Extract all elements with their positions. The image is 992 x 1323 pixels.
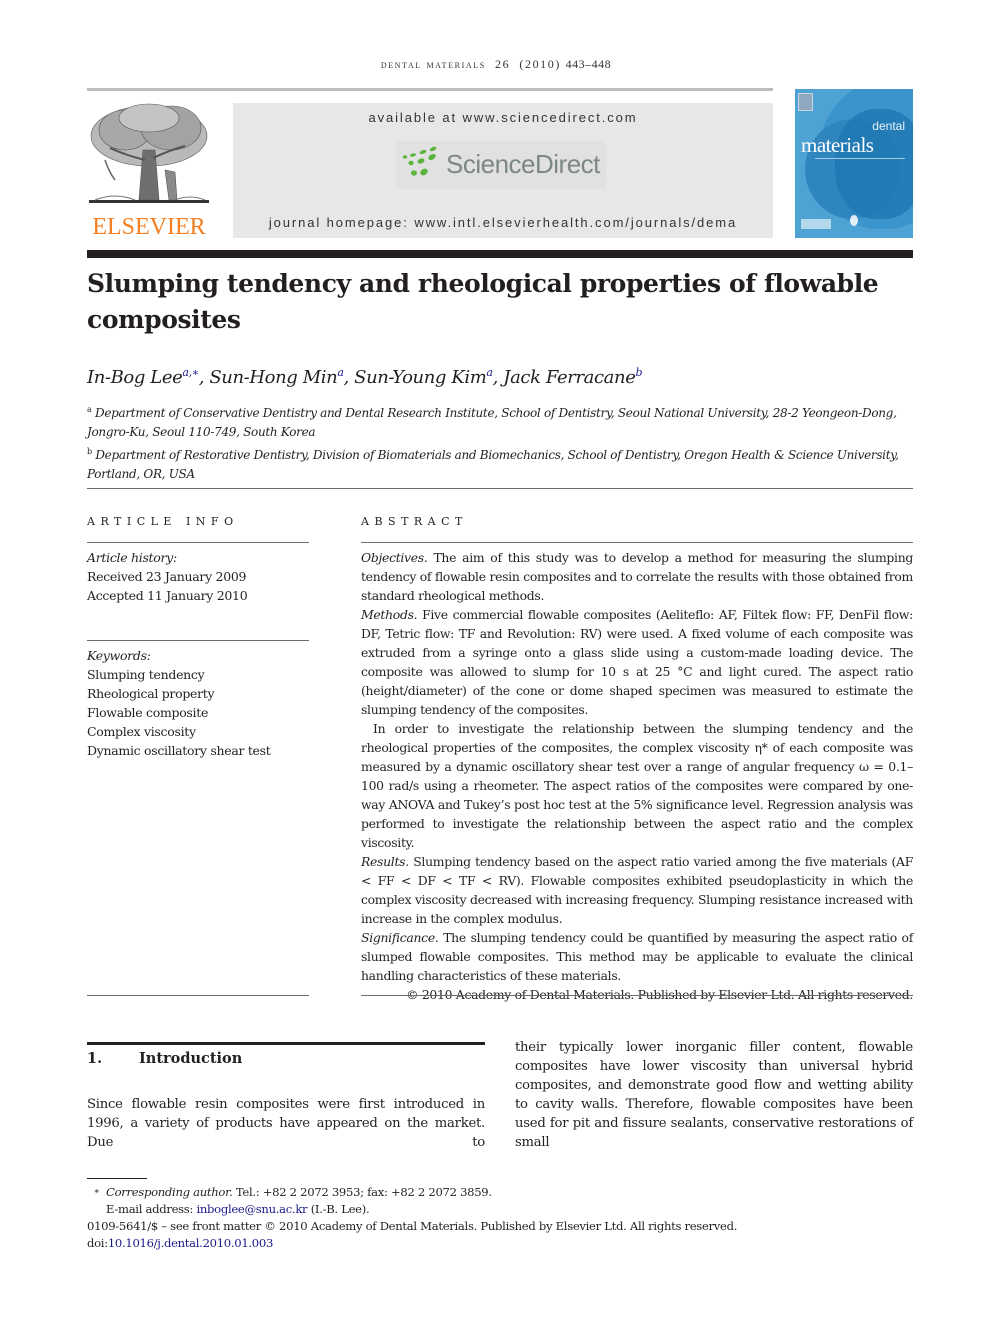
- cover-title-top: dental: [872, 119, 905, 133]
- significance-label: Significance.: [361, 930, 439, 945]
- keyword: Rheological property: [87, 686, 215, 701]
- email-link[interactable]: inboglee@snu.ac.kr: [196, 1202, 307, 1216]
- affiliation-rule: [87, 488, 913, 489]
- keyword: Flowable composite: [87, 705, 209, 720]
- elsevier-tree-icon: [89, 103, 209, 203]
- author[interactable]: Sun-Hong Mina: [209, 366, 344, 388]
- doi-note: doi:10.1016/j.dental.2010.01.003: [87, 1235, 913, 1252]
- methods-label: Methods.: [361, 607, 418, 622]
- author[interactable]: In-Bog Leea,∗: [87, 366, 199, 388]
- results-text: Slumping tendency based on the aspect ra…: [361, 854, 913, 926]
- abstract-results: Results. Slumping tendency based on the …: [361, 852, 913, 928]
- cover-elsevier-icon: [798, 93, 813, 111]
- title-rule: [87, 250, 913, 258]
- affiliations: a Department of Conservative Dentistry a…: [87, 400, 913, 484]
- article-title: Slumping tendency and rheological proper…: [87, 269, 879, 334]
- cover-title-main: materials: [801, 133, 874, 157]
- author[interactable]: Sun-Young Kima: [354, 366, 493, 388]
- elsevier-logo[interactable]: ELSEVIER: [85, 100, 213, 240]
- running-head: dental materials 26 (2010) 443–448: [0, 57, 992, 72]
- abstract-rule: [361, 542, 913, 543]
- keywords-label: Keywords:: [87, 648, 151, 663]
- sciencedirect-dots-icon: [402, 146, 437, 176]
- keywords: Keywords: Slumping tendency Rheological …: [87, 646, 309, 760]
- article-info-rule: [87, 542, 309, 543]
- sciencedirect-wordmark: ScienceDirect: [446, 149, 600, 179]
- doi-link[interactable]: 10.1016/j.dental.2010.01.003: [108, 1236, 274, 1250]
- section-title: Introduction: [139, 1050, 243, 1067]
- article-history: Article history: Received 23 January 200…: [87, 548, 309, 605]
- author-name: Jack Ferracane: [503, 367, 636, 388]
- cover-society-icon: [850, 215, 858, 226]
- author[interactable]: Jack Ferracaneb: [503, 366, 642, 388]
- affiliation-mark: b: [87, 447, 92, 456]
- accepted-date: Accepted 11 January 2010: [87, 588, 248, 603]
- available-at-link[interactable]: available at www.sciencedirect.com: [233, 110, 773, 125]
- sciencedirect-banner: available at www.sciencedirect.com Scien…: [233, 103, 773, 238]
- abstract-heading: ABSTRACT: [361, 515, 468, 528]
- page-range: 443–448: [565, 57, 612, 71]
- objectives-label: Objectives.: [361, 550, 428, 565]
- cover-sciencedirect-icon: [801, 219, 831, 229]
- journal-name: dental materials: [380, 57, 486, 71]
- email-note: E-mail address: inboglee@snu.ac.kr (I.-B…: [87, 1201, 913, 1218]
- author-affiliation-mark[interactable]: a,∗: [182, 366, 199, 379]
- author-separator: ,: [343, 367, 355, 388]
- author-name: Sun-Hong Min: [209, 367, 338, 388]
- front-matter-note: 0109-5641/$ – see front matter © 2010 Ac…: [87, 1219, 738, 1233]
- article-info-heading: ARTICLE INFO: [87, 515, 239, 528]
- asterisk-mark: ∗: [93, 1187, 100, 1197]
- methods-text: Five commercial flowable composites (Ael…: [361, 607, 913, 717]
- abstract-bottom-rule: [361, 995, 913, 996]
- email-label: E-mail address:: [106, 1202, 197, 1216]
- article-info-bottom-rule: [87, 995, 309, 996]
- affiliation-mark: a: [87, 405, 92, 414]
- results-label: Results.: [361, 854, 409, 869]
- introduction-text-left: Since flowable resin composites were fir…: [87, 1097, 485, 1150]
- footnote-rule: [87, 1178, 147, 1179]
- author-list: In-Bog Leea,∗, Sun-Hong Mina, Sun-Young …: [87, 366, 913, 388]
- received-date: Received 23 January 2009: [87, 569, 247, 584]
- abstract-methods: Methods. Five commercial flowable compos…: [361, 605, 913, 719]
- corresponding-author-note: ∗ Corresponding author. Tel.: +82 2 2072 …: [87, 1184, 913, 1201]
- keyword: Complex viscosity: [87, 724, 196, 739]
- affiliation: a Department of Conservative Dentistry a…: [87, 400, 913, 442]
- contact-numbers: Tel.: +82 2 2072 3953; fax: +82 2 2072 3…: [232, 1185, 492, 1199]
- journal-volume: 26: [494, 57, 511, 71]
- corresponding-label: Corresponding author.: [106, 1185, 233, 1199]
- affiliation: b Department of Restorative Dentistry, D…: [87, 442, 913, 484]
- abstract-methods-continued: In order to investigate the relationship…: [361, 721, 913, 850]
- keyword: Dynamic oscillatory shear test: [87, 743, 271, 758]
- doi-label: doi:: [87, 1236, 108, 1250]
- section-number: 1.: [87, 1050, 103, 1067]
- introduction-text-right: their typically lower inorganic filler c…: [515, 1040, 913, 1150]
- footnotes: ∗ Corresponding author. Tel.: +82 2 2072 …: [87, 1184, 913, 1252]
- abstract-objectives: Objectives. The aim of this study was to…: [361, 548, 913, 605]
- author-name: Sun-Young Kim: [354, 367, 487, 388]
- journal-homepage-link[interactable]: journal homepage: www.intl.elsevierhealt…: [233, 215, 773, 230]
- author-separator: ,: [492, 367, 504, 388]
- journal-cover[interactable]: dental materials: [795, 89, 913, 238]
- article-history-label: Article history:: [87, 550, 177, 565]
- keywords-rule: [87, 640, 309, 641]
- abstract-significance: Significance. The slumping tendency coul…: [361, 928, 913, 985]
- abstract-body: Objectives. The aim of this study was to…: [361, 548, 913, 1004]
- header-top-rule: [87, 88, 773, 91]
- cover-subtitle-line: [815, 158, 905, 162]
- elsevier-wordmark: ELSEVIER: [92, 214, 206, 240]
- affiliation-text: Department of Conservative Dentistry and…: [87, 406, 897, 439]
- affiliation-text: Department of Restorative Dentistry, Div…: [87, 448, 899, 481]
- keyword: Slumping tendency: [87, 667, 205, 682]
- email-suffix: (I.-B. Lee).: [307, 1202, 370, 1216]
- sciencedirect-logo[interactable]: ScienceDirect: [396, 141, 606, 189]
- significance-text: The slumping tendency could be quantifie…: [361, 930, 913, 983]
- journal-year: (2010): [519, 57, 561, 71]
- objectives-text: The aim of this study was to develop a m…: [361, 550, 913, 603]
- introduction-heading: 1. Introduction: [87, 1050, 485, 1067]
- author-name: In-Bog Lee: [87, 367, 183, 388]
- introduction-rule: [87, 1042, 485, 1045]
- author-separator: ,: [198, 367, 210, 388]
- author-affiliation-mark[interactable]: b: [635, 366, 642, 379]
